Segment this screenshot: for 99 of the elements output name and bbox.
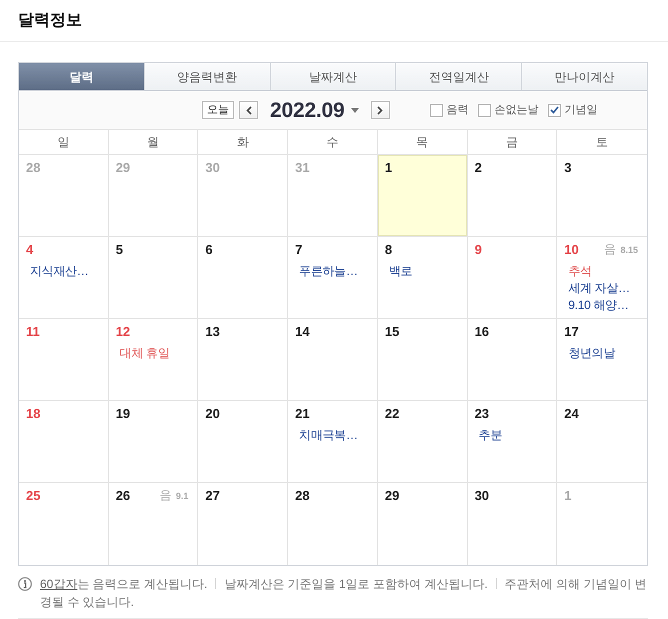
day-number: 22 <box>384 406 400 420</box>
day-cell[interactable]: 22 <box>378 401 468 483</box>
weekday-label: 수 <box>326 134 338 151</box>
weekday-label: 토 <box>596 134 608 151</box>
day-cell[interactable]: 11 <box>19 319 109 401</box>
day-number: 21 <box>295 406 310 420</box>
lunar-date: 음 8.15 <box>604 241 638 257</box>
day-number: 9 <box>474 242 482 256</box>
calendar-event[interactable]: 푸른하늘… <box>299 263 358 280</box>
footer-link[interactable]: 60갑자 <box>40 577 78 591</box>
day-number: 11 <box>26 324 40 338</box>
day-cell[interactable]: 8 백로 <box>378 237 468 319</box>
weekday-label: 금 <box>506 134 518 151</box>
day-number: 18 <box>26 406 40 420</box>
day-number: 31 <box>295 160 310 174</box>
calendar-event[interactable]: 대체 휴일 <box>120 345 170 362</box>
calendar-event[interactable]: 백로 <box>388 263 412 280</box>
month-label: 2022.09 <box>270 100 345 120</box>
day-number: 29 <box>384 488 400 502</box>
calendar-event[interactable]: 치매극복… <box>299 427 358 444</box>
day-number: 3 <box>564 160 572 174</box>
checkbox[interactable] <box>548 104 561 116</box>
checkbox-label[interactable]: 기념일 <box>564 104 598 116</box>
day-cell[interactable]: 23 추분 <box>468 401 558 483</box>
day-cell[interactable]: 18 <box>19 401 109 483</box>
day-number: 6 <box>205 242 213 256</box>
day-cell[interactable]: 5 <box>108 237 198 319</box>
chevron-right-icon <box>377 106 384 114</box>
day-cell[interactable]: 30 <box>468 483 558 565</box>
day-cell[interactable]: 2 <box>468 155 558 237</box>
weekday-label: 월 <box>147 134 160 151</box>
day-cell[interactable]: 26 음 9.1 <box>108 483 198 565</box>
day-number: 12 <box>116 324 130 338</box>
lunar-date: 음 9.1 <box>159 487 188 503</box>
day-number: 26 <box>116 488 130 502</box>
day-number: 30 <box>474 488 490 502</box>
today-button[interactable]: 오늘 <box>202 101 234 119</box>
day-cell[interactable]: 13 <box>198 319 288 401</box>
page-title: 달력정보 <box>18 12 82 28</box>
footer-note: 60갑자는 음력으로 계산됩니다. 날짜계산은 기준일을 1일로 포함하여 계산됩니다. 주관처에 의해 기념일이 변경될 수 있습니다. <box>40 576 648 611</box>
day-number: 28 <box>26 160 40 174</box>
day-number: 19 <box>116 406 130 420</box>
day-number: 20 <box>205 406 220 420</box>
calendar-event[interactable]: 추석 <box>568 263 592 280</box>
checkbox[interactable] <box>430 104 443 116</box>
day-number: 13 <box>205 324 220 338</box>
day-cell[interactable]: 6 <box>198 237 288 319</box>
day-cell[interactable]: 15 <box>378 319 468 401</box>
day-number: 27 <box>205 488 220 502</box>
caret-icon[interactable] <box>350 108 359 112</box>
day-number: 1 <box>384 160 392 174</box>
weekday-label: 화 <box>236 134 249 151</box>
tab[interactable]: 날짜계산 <box>270 63 396 90</box>
day-number: 23 <box>474 406 490 420</box>
checkbox[interactable] <box>478 104 491 116</box>
day-number: 7 <box>295 242 302 256</box>
checkbox-label[interactable]: 음력 <box>446 104 469 116</box>
checkbox-label[interactable]: 손없는날 <box>494 104 539 116</box>
day-cell[interactable]: 1 <box>378 155 468 237</box>
check-icon <box>550 106 559 114</box>
previous-month-button[interactable] <box>239 101 258 119</box>
calendar-event[interactable]: 지식재산… <box>30 263 89 280</box>
calendar-event[interactable]: 추분 <box>478 427 502 444</box>
day-number: 8 <box>384 242 392 256</box>
calendar-event[interactable]: 청년의날 <box>568 345 616 362</box>
day-cell[interactable]: 7 푸른하늘… <box>288 237 378 319</box>
day-cell[interactable]: 14 <box>288 319 378 401</box>
day-number: 15 <box>384 324 400 338</box>
day-number: 25 <box>26 488 40 502</box>
chevron-left-icon <box>246 106 252 114</box>
day-number: 29 <box>116 160 130 174</box>
day-cell[interactable]: 21 치매극복… <box>288 401 378 483</box>
tab[interactable]: 달력 <box>19 63 145 90</box>
tab[interactable]: 양음력변환 <box>144 63 271 90</box>
day-number: 17 <box>564 324 579 338</box>
day-number: 16 <box>474 324 490 338</box>
day-cell[interactable]: 12 대체 휴일 <box>108 319 198 401</box>
day-number: 10 <box>564 242 579 256</box>
day-number: 5 <box>116 242 123 256</box>
calendar-event[interactable]: 세계 자살… <box>568 280 630 297</box>
info-icon <box>18 577 32 591</box>
calendar-event[interactable]: 9.10 해양… <box>568 297 629 314</box>
weekday-label: 목 <box>416 134 428 151</box>
day-number: 28 <box>295 488 310 502</box>
day-number: 30 <box>205 160 220 174</box>
tab[interactable]: 만나이계산 <box>522 63 647 90</box>
day-number: 2 <box>474 160 482 174</box>
day-cell[interactable]: 20 <box>198 401 288 483</box>
day-cell[interactable]: 9 <box>468 237 558 319</box>
day-number: 1 <box>564 488 572 502</box>
weekday-label: 일 <box>57 134 70 151</box>
next-month-button[interactable] <box>370 101 390 119</box>
day-number: 4 <box>26 242 34 256</box>
day-cell[interactable]: 4 지식재산… <box>19 237 109 319</box>
day-cell[interactable]: 16 <box>468 319 558 401</box>
day-number: 14 <box>295 324 310 338</box>
tab[interactable]: 전역일계산 <box>396 63 522 90</box>
day-number: 24 <box>564 406 579 420</box>
day-cell[interactable]: 19 <box>108 401 198 483</box>
